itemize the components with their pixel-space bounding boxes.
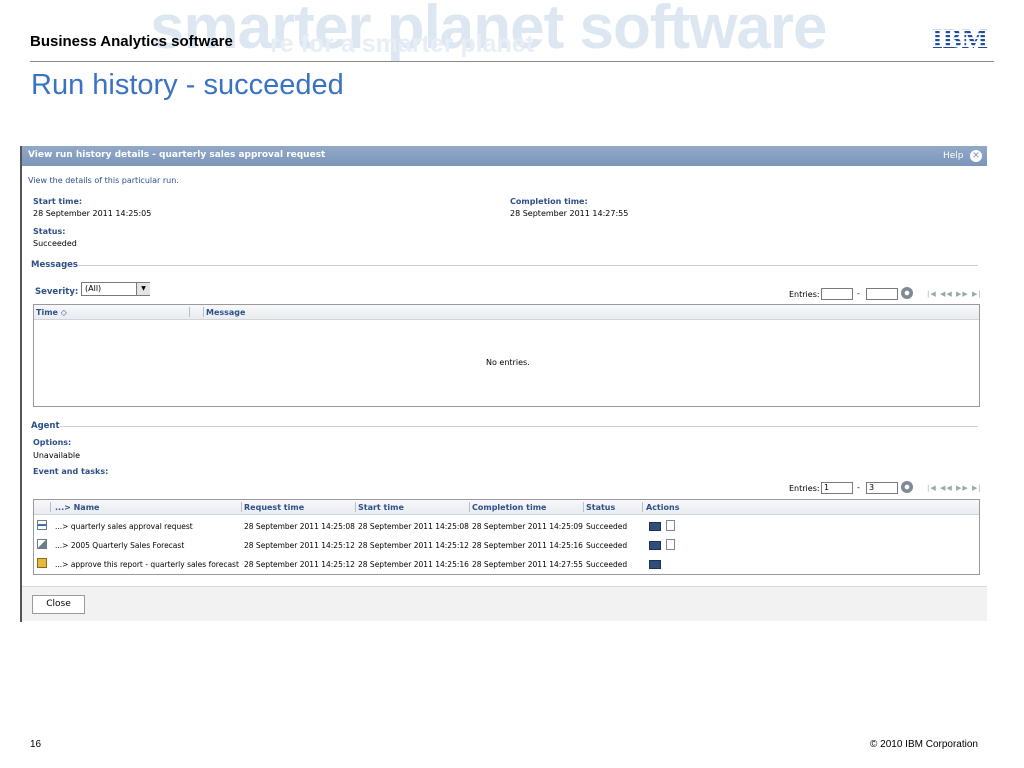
start-time-label: Start time: (33, 197, 83, 206)
messages-table-header: Time ◇ Message (34, 305, 979, 320)
column-separator (203, 307, 204, 317)
messages-empty-text: No entries. (486, 358, 530, 367)
window-titlebar: View run history details - quarterly sal… (22, 146, 987, 166)
messages-divider (78, 265, 978, 266)
button-bar: Close (22, 586, 987, 621)
table-row[interactable]: ...> 2005 Quarterly Sales Forecast 28 Se… (34, 536, 979, 554)
column-header-actions: Actions (646, 503, 680, 512)
task-start-time: 28 September 2011 14:25:12 (358, 541, 469, 550)
tasks-table: ...> Name Request time Start time Comple… (33, 499, 980, 575)
column-separator (189, 307, 190, 317)
completion-time-value: 28 September 2011 14:27:55 (510, 209, 629, 218)
view-output-icon[interactable] (666, 539, 675, 550)
severity-label: Severity: (35, 287, 79, 297)
copyright: © 2010 IBM Corporation (870, 739, 978, 750)
tasks-entries-to-input[interactable]: 3 (866, 482, 898, 494)
task-name[interactable]: ...> approve this report - quarterly sal… (55, 560, 239, 569)
column-header-name: ...> Name (55, 503, 100, 512)
column-header-time[interactable]: Time ◇ (36, 308, 67, 317)
task-status: Succeeded (586, 560, 628, 569)
column-header-status: Status (586, 503, 616, 512)
tasks-go-icon[interactable] (901, 481, 913, 493)
status-label: Status: (33, 227, 66, 236)
header-watermark-tagline: re for a smarter planet (270, 30, 534, 58)
messages-entries-to-input[interactable] (866, 288, 898, 300)
messages-table: Time ◇ Message No entries. (33, 304, 980, 407)
chevron-down-icon[interactable]: ▼ (136, 283, 150, 295)
column-separator (241, 502, 242, 512)
column-separator (583, 502, 584, 512)
task-start-time: 28 September 2011 14:25:16 (358, 560, 469, 569)
window-title: View run history details - quarterly sal… (28, 150, 326, 160)
view-details-icon[interactable] (649, 541, 661, 550)
help-link[interactable]: Help (943, 151, 964, 161)
view-details-icon[interactable] (649, 522, 661, 531)
window-description: View the details of this particular run. (28, 176, 179, 185)
severity-select[interactable]: (All) ▼ (81, 282, 150, 296)
messages-go-icon[interactable] (901, 287, 913, 299)
agent-section-heading: Agent (31, 421, 60, 431)
column-separator (355, 502, 356, 512)
task-name[interactable]: ...> 2005 Quarterly Sales Forecast (55, 541, 184, 550)
tasks-entries-label: Entries: (789, 484, 820, 493)
task-name[interactable]: ...> quarterly sales approval request (55, 522, 193, 531)
column-header-message: Message (206, 308, 246, 317)
header-title: Business Analytics software (30, 33, 233, 50)
column-header-completion-time: Completion time (472, 503, 547, 512)
task-request-time: 28 September 2011 14:25:08 (244, 522, 355, 531)
tasks-entries-dash: - (857, 483, 860, 492)
messages-section-heading: Messages (31, 260, 78, 270)
agent-divider (60, 426, 978, 427)
task-completion-time: 28 September 2011 14:27:55 (472, 560, 583, 569)
column-separator (50, 502, 51, 512)
messages-entries-dash: - (857, 289, 860, 298)
view-output-icon[interactable] (666, 520, 675, 531)
job-icon (37, 520, 47, 530)
task-request-time: 28 September 2011 14:25:12 (244, 541, 355, 550)
tasks-entries-from-input[interactable]: 1 (821, 482, 853, 494)
task-status: Succeeded (586, 541, 628, 550)
status-value: Succeeded (33, 239, 77, 248)
messages-entries-from-input[interactable] (821, 288, 853, 300)
page-number: 16 (30, 739, 42, 750)
column-separator (469, 502, 470, 512)
messages-entries-label: Entries: (789, 290, 820, 299)
column-header-request-time: Request time (244, 503, 305, 512)
report-icon (37, 539, 47, 549)
close-icon[interactable]: ✕ (970, 150, 982, 162)
slide-title: Run history - succeeded (31, 69, 344, 101)
task-completion-time: 28 September 2011 14:25:16 (472, 541, 583, 550)
ibm-logo-text: IBM (932, 24, 988, 51)
options-value: Unavailable (33, 451, 81, 460)
messages-pager-icons[interactable]: |◀ ◀◀ ▶▶ ▶| (927, 290, 982, 298)
event-and-tasks-label: Event and tasks: (33, 467, 109, 476)
approval-task-icon (37, 558, 47, 568)
task-request-time: 28 September 2011 14:25:12 (244, 560, 355, 569)
completion-time-label: Completion time: (510, 197, 588, 206)
column-separator (642, 502, 643, 512)
column-header-start-time: Start time (358, 503, 404, 512)
ibm-logo: IBM (932, 24, 988, 51)
tasks-pager-icons[interactable]: |◀ ◀◀ ▶▶ ▶| (927, 484, 982, 492)
header-divider (30, 61, 994, 62)
task-completion-time: 28 September 2011 14:25:09 (472, 522, 583, 531)
tasks-table-header: ...> Name Request time Start time Comple… (34, 500, 979, 515)
task-status: Succeeded (586, 522, 628, 531)
table-row[interactable]: ...> approve this report - quarterly sal… (34, 555, 979, 573)
task-start-time: 28 September 2011 14:25:08 (358, 522, 469, 531)
options-label: Options: (33, 438, 72, 447)
start-time-value: 28 September 2011 14:25:05 (33, 209, 152, 218)
table-row[interactable]: ...> quarterly sales approval request 28… (34, 517, 979, 535)
close-button[interactable]: Close (32, 595, 85, 614)
view-details-icon[interactable] (649, 560, 661, 569)
run-history-window: View run history details - quarterly sal… (22, 146, 987, 622)
